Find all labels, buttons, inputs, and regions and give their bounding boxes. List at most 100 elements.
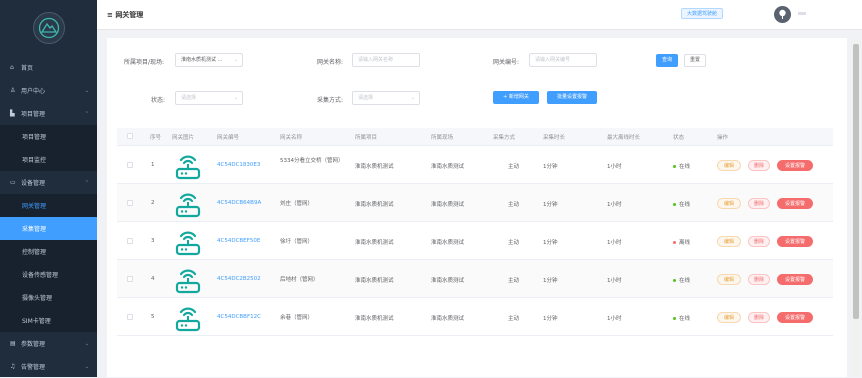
edit-button[interactable]: 编辑: [717, 160, 741, 171]
header-name: 网关名称: [280, 135, 303, 141]
sidebar-subitem-sensor-management[interactable]: 设备传感管理: [0, 263, 97, 286]
status-select[interactable]: 请选择 ⌄: [175, 91, 243, 105]
tree-avatar-icon: [779, 9, 786, 19]
gateway-code-link[interactable]: 4C54DCBBF12C: [217, 314, 261, 320]
status-text: 离线: [679, 240, 691, 246]
data-cockpit-button[interactable]: 大数据驾驶舱: [681, 8, 724, 19]
search-button[interactable]: 查询: [656, 54, 678, 67]
collection-method: 主动: [508, 202, 520, 208]
reset-button[interactable]: 重置: [684, 54, 706, 67]
delete-button[interactable]: 删除: [748, 236, 770, 247]
menu-toggle-icon[interactable]: ≡: [107, 11, 113, 19]
status-dot: [673, 317, 676, 320]
edit-button[interactable]: 编辑: [717, 274, 741, 285]
sidebar-subitem-camera-management[interactable]: 摄像头管理: [0, 286, 97, 309]
collection-method-label: 采集方式:: [317, 97, 344, 104]
status-text: 在线: [679, 316, 691, 322]
table-row: 5 4C54DCBBF12C 余巷（管网） 淮南水质机测试 淮南水质测试 主动 1分钟 1小时…: [117, 298, 833, 336]
select-all-checkbox[interactable]: [127, 133, 133, 139]
set-alarm-button[interactable]: 设置报警: [777, 274, 813, 285]
gateway-code-link[interactable]: 4C54DC2B2502: [217, 276, 261, 282]
gateway-name: 5334分看立交桥（管网）: [280, 158, 344, 164]
row-checkbox[interactable]: [127, 200, 133, 206]
sidebar-subitem-control-management[interactable]: 控制管理: [0, 240, 97, 263]
project-select[interactable]: 淮南水质机测试 ... ⌄: [175, 53, 243, 67]
sidebar-item-label: 项目监控: [22, 157, 47, 164]
sidebar-item-label: SIM卡管理: [22, 318, 51, 325]
row-checkbox[interactable]: [127, 238, 133, 244]
row-checkbox[interactable]: [127, 276, 133, 282]
user-name-placeholder[interactable]: [798, 12, 806, 15]
sidebar-item-label: 用户中心: [21, 88, 46, 95]
logo-area: [0, 0, 97, 56]
gateway-name: 余巷（管网）: [280, 315, 314, 321]
sidebar-subitem-project-monitor[interactable]: 项目监控: [0, 148, 97, 171]
router-icon: [173, 226, 203, 258]
sidebar-subitem-collection-management[interactable]: 采集管理: [0, 217, 97, 240]
max-offline-duration: 1小时: [607, 240, 622, 246]
gateway-name: 徐圩（管网）: [280, 239, 314, 245]
set-alarm-button[interactable]: 设置报警: [777, 198, 813, 209]
edit-button[interactable]: 编辑: [717, 198, 741, 209]
table-row: 3 4C54DCBEF50E 徐圩（管网） 淮南水质机测试 淮南水质测试 主动 1分钟 1小时…: [117, 222, 833, 260]
batch-alarm-button[interactable]: 批量设置报警: [547, 91, 597, 104]
row-index: 4: [151, 276, 155, 282]
sidebar-item-label: 设备传感管理: [22, 272, 59, 279]
sidebar-item-alarm-management[interactable]: ♫ 告警管理 ⌄: [0, 355, 97, 378]
gateway-name: 后地村（管网）: [280, 277, 319, 283]
gateway-name-input[interactable]: 请输入网关名称: [352, 53, 420, 67]
sidebar-item-label: 设备管理: [21, 180, 46, 187]
sidebar-item-device-management[interactable]: ▭ 设备管理 ⌃: [0, 171, 97, 194]
max-offline-duration: 1小时: [607, 278, 622, 284]
gateway-code-input[interactable]: 请输入网关编号: [529, 53, 597, 67]
chevron-up-icon: ⌃: [84, 179, 89, 186]
sidebar-subitem-project-management[interactable]: 项目管理: [0, 125, 97, 148]
sidebar-item-user-center[interactable]: ♙ 用户中心 ⌄: [0, 79, 97, 102]
top-bar: ≡ 网关管理 大数据驾驶舱: [97, 0, 862, 30]
sidebar-item-label: 告警管理: [21, 364, 46, 371]
sidebar-item-project-management[interactable]: ▙ 项目管理 ⌃: [0, 102, 97, 125]
set-alarm-button[interactable]: 设置报警: [777, 312, 813, 323]
router-icon: [173, 302, 203, 334]
sidebar-item-label: 项目管理: [21, 111, 46, 118]
row-index: 2: [151, 200, 155, 206]
sidebar-item-parameter-management[interactable]: ▤ 参数管理 ⌄: [0, 332, 97, 355]
delete-button[interactable]: 删除: [748, 312, 770, 323]
page-title-text: 网关管理: [115, 11, 144, 19]
avatar[interactable]: [774, 6, 791, 23]
collection-method: 主动: [508, 240, 520, 246]
set-alarm-button[interactable]: 设置报警: [777, 160, 813, 171]
add-gateway-button[interactable]: + 新增网关: [493, 91, 539, 104]
sidebar-subitem-sim-management[interactable]: SIM卡管理: [0, 309, 97, 332]
edit-button[interactable]: 编辑: [717, 236, 741, 247]
header-max-offline: 最大离线时长: [607, 135, 641, 141]
vertical-scrollbar[interactable]: [852, 38, 860, 377]
row-checkbox[interactable]: [127, 314, 133, 320]
sidebar-subitem-gateway-management[interactable]: 网关管理: [0, 194, 97, 217]
gateway-code-link[interactable]: 4C54DCB64B9A: [217, 200, 261, 206]
delete-button[interactable]: 删除: [748, 198, 770, 209]
sidebar-item-label: 控制管理: [22, 249, 47, 256]
sidebar: ⌂ 首页 ♙ 用户中心 ⌄ ▙ 项目管理 ⌃ 项目管理 项目监控 ▭ 设备管理 ⌃ 网关管理 …: [0, 0, 97, 377]
set-alarm-button[interactable]: 设置报警: [777, 236, 813, 247]
chevron-down-icon: ⌄: [84, 363, 89, 370]
delete-button[interactable]: 删除: [748, 160, 770, 171]
row-checkbox[interactable]: [127, 162, 133, 168]
scrollbar-thumb[interactable]: [853, 44, 859, 319]
gateway-code-link[interactable]: 4C54DC1830E3: [217, 162, 260, 168]
edit-button[interactable]: 编辑: [717, 312, 741, 323]
status-dot: [673, 203, 676, 206]
chevron-down-icon: ⌄: [84, 87, 89, 94]
delete-button[interactable]: 删除: [748, 274, 770, 285]
gateway-code-link[interactable]: 4C54DCBEF50E: [217, 238, 260, 244]
logo: [32, 12, 65, 44]
gateway-name-label: 网关名称:: [317, 59, 344, 66]
header-actions: 操作: [717, 135, 729, 141]
collection-method-select[interactable]: 请选择 ⌄: [352, 91, 420, 105]
header-status: 状态: [673, 135, 685, 141]
site-name: 淮南水质测试: [431, 164, 465, 170]
sidebar-item-home[interactable]: ⌂ 首页: [0, 56, 97, 79]
chevron-up-icon: ⌃: [84, 110, 89, 117]
status-dot: [673, 165, 676, 168]
header-code: 网关编号: [217, 135, 240, 141]
